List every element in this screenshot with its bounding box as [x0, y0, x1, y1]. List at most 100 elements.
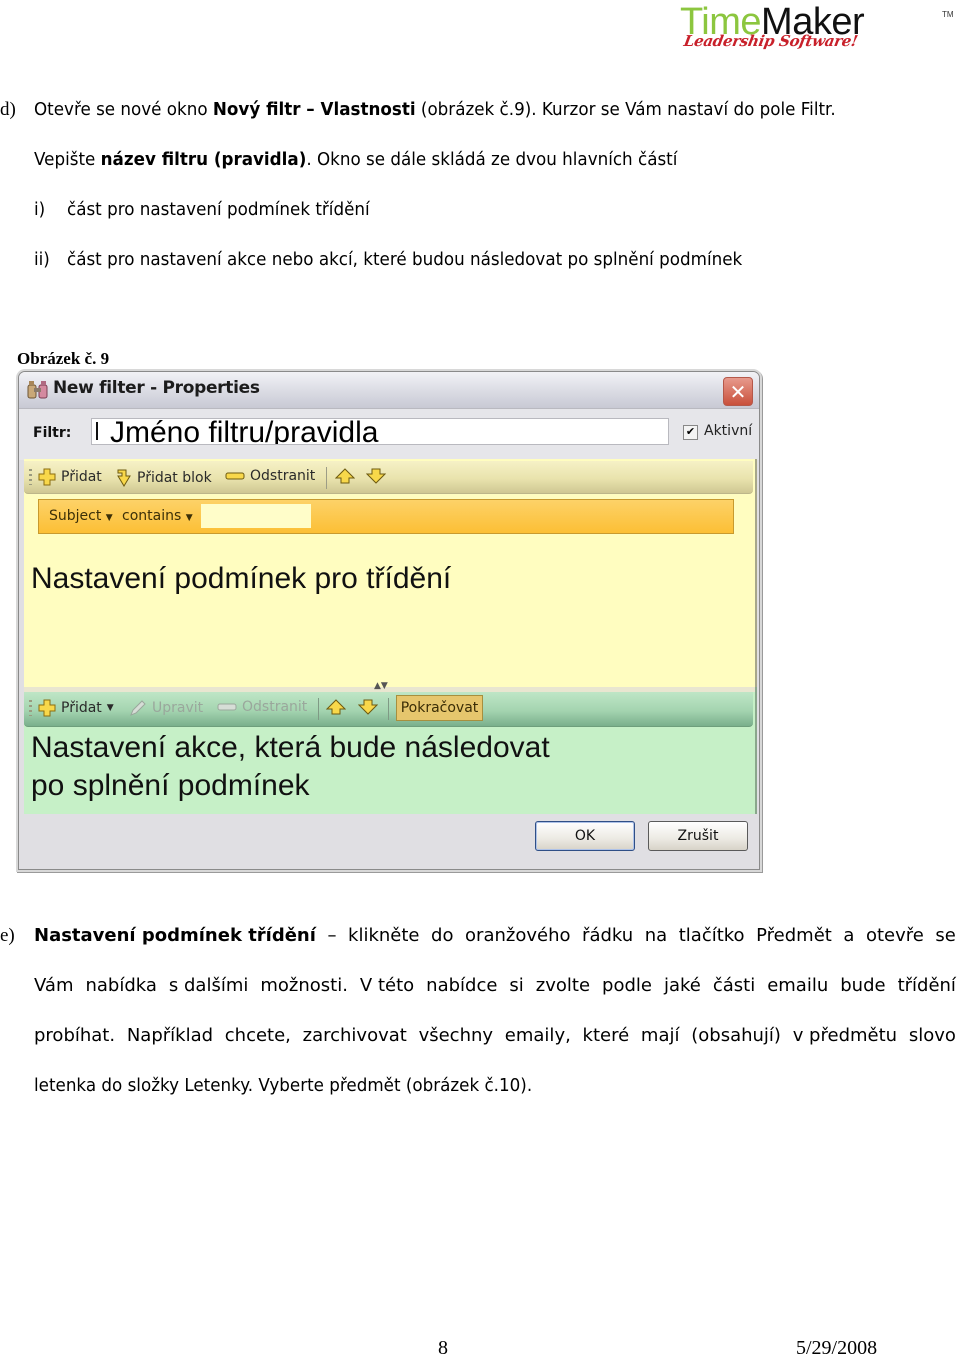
move-up-button[interactable] — [335, 468, 355, 484]
add-block-button[interactable]: Přidat blok — [116, 468, 212, 488]
section-e-line3: probíhat. Například chcete, zarchivovat všec… — [34, 1025, 956, 1047]
toolbar-separator — [388, 698, 389, 720]
list-item-ii-marker: ii) — [34, 249, 50, 270]
word: zvolte — [535, 975, 591, 996]
actions-annotation-line1: Nastavení akce, která bude následovat — [31, 731, 550, 764]
section-e-heading: Nastavení podmínek třídění — [34, 925, 316, 946]
word: a — [843, 925, 855, 946]
condition-row[interactable]: Subject ▼ contains ▼ — [38, 499, 734, 534]
edit-action-button[interactable]: Upravit — [129, 699, 203, 717]
dropdown-caret-icon: ▼ — [105, 513, 113, 523]
minus-icon — [225, 472, 245, 480]
move-down-button[interactable] — [358, 699, 378, 715]
dialog-titlebar[interactable]: New filter - Properties ✕ — [19, 372, 759, 408]
dash: – — [327, 925, 337, 946]
page-number: 8 — [438, 1337, 448, 1359]
word: chcete, — [224, 1025, 291, 1046]
conditions-toolbar: Přidat Přidat blok Odstranit — [24, 461, 753, 494]
figure-caption: Obrázek č. 9 — [17, 349, 110, 368]
section-e-marker: e) — [0, 925, 15, 946]
logo-trademark: TM — [942, 10, 954, 19]
plus-icon — [38, 468, 56, 486]
word: Vám — [34, 975, 74, 996]
active-checkbox[interactable]: ✔ — [683, 425, 698, 440]
add-action-button[interactable]: Přidat ▼ — [38, 699, 114, 717]
edit-label: Upravit — [152, 700, 204, 716]
minus-icon — [217, 703, 237, 711]
dropdown-caret-icon: ▼ — [106, 703, 114, 713]
toolbar-grip[interactable] — [29, 469, 32, 485]
add-label: Přidat — [61, 469, 102, 485]
logo-tagline: Leadership Software! — [682, 32, 859, 50]
dialog-title: New filter - Properties — [53, 378, 260, 398]
word: jaké — [663, 975, 701, 996]
dialog-name-bold: Nový filtr – Vlastnosti — [212, 99, 416, 120]
text-cursor — [96, 422, 98, 441]
ok-button[interactable]: OK — [535, 821, 635, 851]
word: oranžového — [465, 925, 571, 946]
active-label: Aktivní — [704, 423, 753, 439]
arrow-up-icon — [326, 699, 346, 715]
word: (obsahují) — [691, 1025, 781, 1046]
add-block-label: Přidat blok — [137, 470, 212, 486]
cancel-button[interactable]: Zrušit — [648, 821, 748, 851]
word: probíhat. — [34, 1025, 116, 1046]
conditions-annotation: Nastavení podmínek pro třídění — [31, 562, 452, 595]
word: otevře — [865, 925, 924, 946]
condition-value-input[interactable] — [201, 504, 311, 528]
word: třídění — [897, 975, 956, 996]
add-label: Přidat — [61, 700, 102, 716]
remove-action-button[interactable]: Odstranit — [217, 699, 307, 715]
toolbar-separator — [318, 698, 319, 720]
section-e-line4: letenka do složky Letenky. Vyberte předm… — [34, 1075, 533, 1096]
word: mají — [640, 1025, 680, 1046]
word: na — [644, 925, 668, 946]
section-e-line1: Nastavení podmínek třídění – klikněte do o… — [34, 925, 956, 947]
section-e-line2: Vám nabídka s dalšími možnosti. V této nabídc… — [34, 975, 956, 997]
arrow-down-icon — [366, 468, 386, 484]
word: části — [712, 975, 756, 996]
word: nabídka — [85, 975, 157, 996]
filter-label: Filtr: — [33, 425, 72, 441]
operator-dropdown[interactable]: contains ▼ — [122, 508, 193, 524]
list-item-i-marker: i) — [34, 199, 46, 220]
word: Předmět — [756, 925, 832, 946]
word: možnosti. — [260, 975, 348, 996]
filter-name-input[interactable]: Jméno filtru/pravidla — [91, 418, 669, 445]
arrow-down-icon — [358, 699, 378, 715]
text: (obrázek č.9). Kurzor se Vám nastaví do … — [415, 99, 836, 120]
continue-button[interactable]: Pokračovat — [396, 695, 483, 721]
text: . Okno se dále skládá ze dvou hlavních č… — [306, 149, 678, 170]
actions-toolbar: Přidat ▼ Upravit Odstranit Pokračovat — [24, 692, 753, 727]
remove-label: Odstranit — [250, 468, 316, 484]
move-up-button[interactable] — [326, 699, 346, 715]
word: Například — [126, 1025, 214, 1046]
actions-panel: ▲▼ Přidat ▼ Upravit Odstranit Pokračovat… — [24, 681, 757, 814]
close-button[interactable]: ✕ — [723, 377, 753, 406]
move-down-button[interactable] — [366, 468, 386, 484]
word: s dalšími — [168, 975, 249, 996]
word: řádku — [582, 925, 634, 946]
section-d-line1: Otevře se nové okno Nový filtr – Vlastno… — [34, 99, 836, 121]
text: Vepište — [34, 149, 101, 170]
pencil-icon — [130, 700, 146, 716]
remove-label: Odstranit — [242, 699, 308, 715]
word: podle — [602, 975, 652, 996]
subject-dropdown[interactable]: Subject ▼ — [49, 508, 113, 524]
subject-label: Subject — [49, 508, 102, 524]
word: emailu — [767, 975, 829, 996]
timemaker-logo: TimeMaker TM Leadership Software! — [680, 2, 958, 60]
word: v předmětu — [792, 1025, 898, 1046]
remove-condition-button[interactable]: Odstranit — [225, 468, 315, 484]
arrow-up-icon — [335, 468, 355, 484]
word: slovo — [908, 1025, 956, 1046]
add-condition-button[interactable]: Přidat — [38, 468, 102, 486]
list-item-i-text: část pro nastavení podmínek třídění — [67, 199, 370, 220]
filter-name-value: Jméno filtru/pravidla — [110, 418, 379, 445]
plus-icon — [38, 699, 56, 717]
toolbar-separator — [326, 467, 327, 489]
toolbar-grip[interactable] — [29, 700, 32, 716]
section-d-marker: d) — [0, 99, 16, 120]
actions-annotation-line2: po splnění podmínek — [31, 769, 310, 802]
word: zarchivovat — [302, 1025, 407, 1046]
